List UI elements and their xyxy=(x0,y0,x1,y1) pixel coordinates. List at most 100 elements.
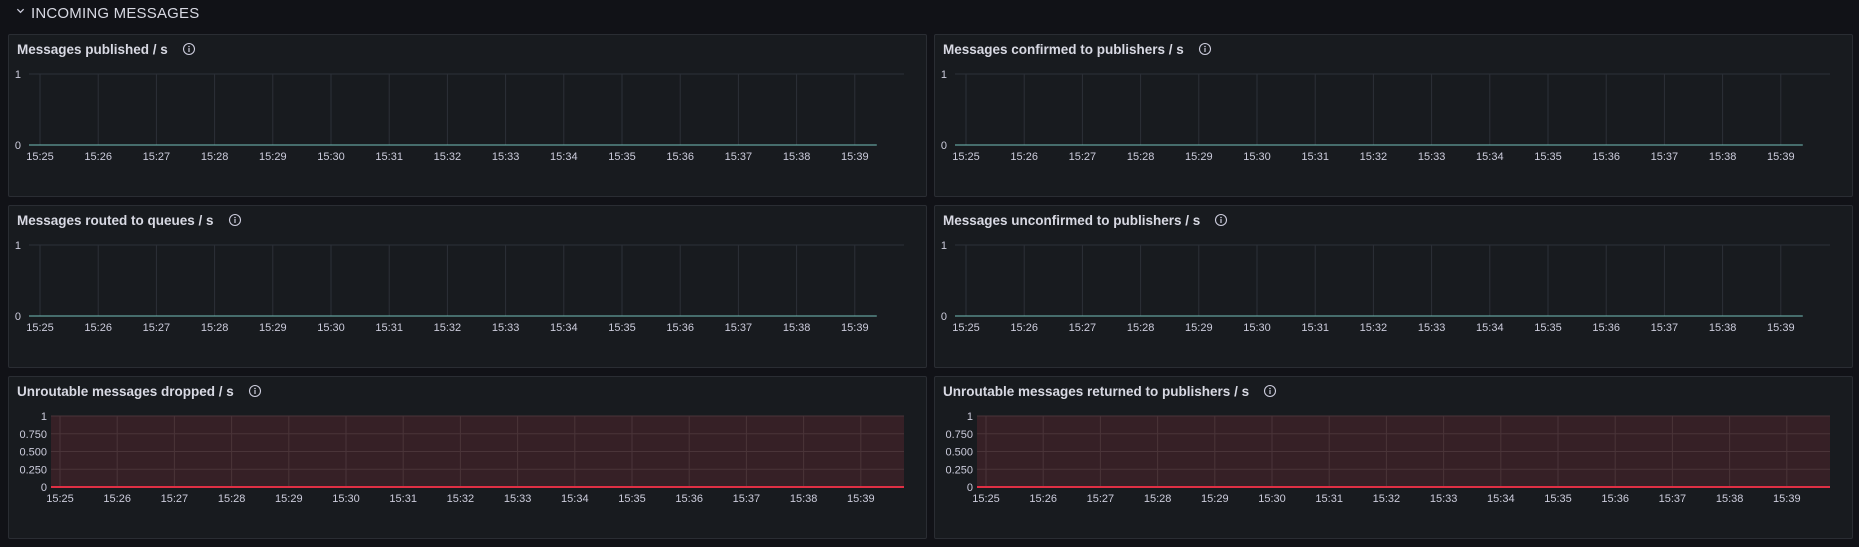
x-tick-label: 15:34 xyxy=(1476,151,1504,163)
x-tick-label: 15:35 xyxy=(608,151,636,163)
y-tick-label: 0.500 xyxy=(19,447,47,459)
x-tick-label: 15:28 xyxy=(201,322,229,334)
x-tick-label: 15:37 xyxy=(725,151,753,163)
x-tick-label: 15:27 xyxy=(143,322,171,334)
x-tick-label: 15:28 xyxy=(1127,322,1155,334)
x-tick-label: 15:28 xyxy=(201,151,229,163)
y-tick-label: 0.750 xyxy=(19,429,47,441)
x-tick-label: 15:32 xyxy=(1360,322,1388,334)
x-tick-label: 15:38 xyxy=(1716,493,1744,505)
x-tick-label: 15:28 xyxy=(218,493,246,505)
x-tick-label: 15:39 xyxy=(1767,151,1795,163)
x-tick-label: 15:36 xyxy=(666,151,694,163)
x-tick-label: 15:34 xyxy=(1476,322,1504,334)
x-tick-label: 15:38 xyxy=(1709,322,1737,334)
chart: 00.2500.5000.750115:25 15:26 15:27 15:28 15:… xyxy=(19,411,904,505)
y-tick-label: 0.750 xyxy=(945,429,973,441)
x-tick-label: 15:34 xyxy=(550,151,578,163)
row-title: INCOMING MESSAGES xyxy=(31,4,200,22)
x-tick-label: 15:30 xyxy=(332,493,360,505)
panel-messages-confirmed[interactable]: Messages confirmed to publishers / s 011… xyxy=(934,34,1853,197)
chevron-down-icon[interactable] xyxy=(16,6,25,18)
row-header-incoming-messages[interactable]: INCOMING MESSAGES xyxy=(16,0,199,26)
x-tick-label: 15:39 xyxy=(841,151,869,163)
plot-area: 00.2500.5000.750115:25 15:26 15:27 15:28 15:… xyxy=(19,411,904,505)
x-tick-label: 15:26 xyxy=(103,493,131,505)
x-tick-label: 15:34 xyxy=(550,322,578,334)
x-tick-label: 15:25 xyxy=(26,322,54,334)
x-tick-label: 15:37 xyxy=(1659,493,1687,505)
panel-messages-routed[interactable]: Messages routed to queues / s 0 1 15:25 15:… xyxy=(8,205,927,368)
x-tick-label: 15:37 xyxy=(725,322,753,334)
y-tick-label: 1 xyxy=(15,240,21,252)
x-tick-label: 15:26 xyxy=(1010,151,1038,163)
x-tick-label: 15:38 xyxy=(783,322,811,334)
chart: 0 1 15:25 15:26 15:27 15:28 15:29 15:30 15:31 15:… xyxy=(941,69,1830,163)
x-tick-label: 15:35 xyxy=(618,493,646,505)
x-tick-label: 15:32 xyxy=(1373,493,1401,505)
y-tick-label: 0.250 xyxy=(19,464,47,476)
chart: 0 1 15:25 15:26 15:27 15:28 15:29 15:30 15:31 15:… xyxy=(15,69,904,163)
x-tick-label: 15:27 xyxy=(1087,493,1115,505)
x-tick-label: 15:35 xyxy=(608,322,636,334)
x-tick-label: 15:29 xyxy=(275,493,303,505)
plot-area: 0 1 15:25 15:26 15:27 15:28 15:29 15:30 15:31 15:… xyxy=(15,69,904,163)
y-tick-label: 0 xyxy=(941,140,947,152)
y-tick-label: 0 xyxy=(15,311,21,323)
chart: 0 1 15:25 15:26 15:27 15:28 15:29 15:30 15:31 15:… xyxy=(941,240,1830,334)
x-tick-label: 15:36 xyxy=(1592,322,1620,334)
plot-area: 0 1 15:25 15:26 15:27 15:28 15:29 15:30 15:31 15:… xyxy=(15,240,904,334)
x-tick-label: 15:26 xyxy=(1029,493,1057,505)
x-tick-label: 15:28 xyxy=(1127,151,1155,163)
x-tick-label: 15:39 xyxy=(847,493,875,505)
x-tick-label: 15:33 xyxy=(1430,493,1458,505)
x-tick-label: 15:29 xyxy=(1201,493,1229,505)
x-tick-label: 15:29 xyxy=(259,151,287,163)
x-tick-label: 15:31 xyxy=(375,322,403,334)
y-tick-label: 0 xyxy=(15,140,21,152)
plot-area: 0 1 15:25 15:26 15:27 15:28 15:29 15:30 15:31 15:… xyxy=(941,69,1830,163)
x-tick-label: 15:36 xyxy=(1592,151,1620,163)
x-tick-label: 15:33 xyxy=(492,322,520,334)
x-tick-label: 15:39 xyxy=(841,322,869,334)
x-tick-label: 15:36 xyxy=(675,493,703,505)
x-tick-label: 15:29 xyxy=(259,322,287,334)
x-tick-label: 15:30 xyxy=(1258,493,1286,505)
y-tick-label: 0.500 xyxy=(945,447,973,459)
x-tick-label: 15:30 xyxy=(317,151,345,163)
x-tick-label: 15:32 xyxy=(434,151,462,163)
x-tick-label: 15:31 xyxy=(1301,322,1329,334)
x-tick-label: 15:27 xyxy=(1069,151,1097,163)
x-tick-label: 15:27 xyxy=(161,493,189,505)
x-tick-label: 15:27 xyxy=(1069,322,1097,334)
panel-unroutable-dropped[interactable]: Unroutable messages dropped / s 0 0.250 0.… xyxy=(8,376,927,539)
x-tick-label: 15:32 xyxy=(434,322,462,334)
x-tick-label: 15:31 xyxy=(1315,493,1343,505)
x-tick-label: 15:30 xyxy=(1243,151,1271,163)
x-tick-label: 15:33 xyxy=(1418,151,1446,163)
x-tick-label: 15:31 xyxy=(389,493,417,505)
x-tick-label: 15:34 xyxy=(561,493,589,505)
panel-unroutable-returned[interactable]: Unroutable messages returned to publishe… xyxy=(934,376,1853,539)
x-tick-label: 15:31 xyxy=(375,151,403,163)
x-tick-label: 15:25 xyxy=(46,493,74,505)
x-tick-label: 15:35 xyxy=(1534,151,1562,163)
plot-area: 0 1 15:25 15:26 15:27 15:28 15:29 15:30 15:31 15:… xyxy=(941,240,1830,334)
x-tick-label: 15:28 xyxy=(1144,493,1172,505)
x-tick-label: 15:25 xyxy=(952,322,980,334)
chart: 00.2500.5000.750115:25 15:26 15:27 15:28 15:… xyxy=(945,411,1830,505)
y-tick-label: 1 xyxy=(941,240,947,252)
x-tick-label: 15:39 xyxy=(1773,493,1801,505)
x-tick-label: 15:37 xyxy=(1651,322,1679,334)
x-tick-label: 15:33 xyxy=(492,151,520,163)
x-tick-label: 15:39 xyxy=(1767,322,1795,334)
x-tick-label: 15:34 xyxy=(1487,493,1515,505)
panel-messages-unconfirmed[interactable]: Messages unconfirmed to publishers / s 0… xyxy=(934,205,1853,368)
x-tick-label: 15:37 xyxy=(1651,151,1679,163)
x-tick-label: 15:36 xyxy=(1601,493,1629,505)
panel-messages-published[interactable]: Messages published / s 0 1 15:25 15:26 15:27… xyxy=(8,34,927,197)
y-tick-label: 1 xyxy=(41,411,47,423)
y-tick-label: 1 xyxy=(967,411,973,423)
y-tick-label: 1 xyxy=(15,69,21,81)
x-tick-label: 15:29 xyxy=(1185,151,1213,163)
